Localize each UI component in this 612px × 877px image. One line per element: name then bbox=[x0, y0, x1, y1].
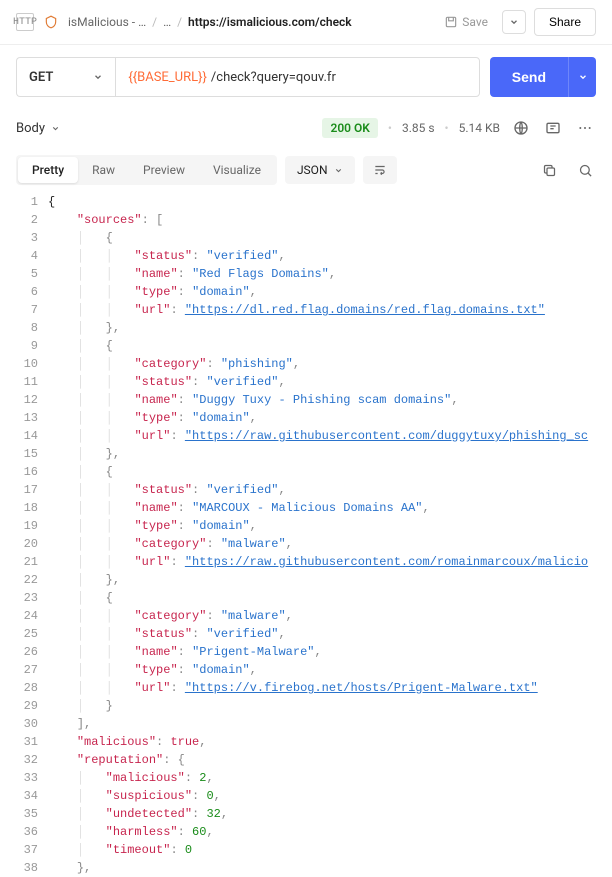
tab-preview[interactable]: Preview bbox=[129, 157, 199, 183]
body-label: Body bbox=[16, 121, 45, 136]
chevron-down-icon bbox=[93, 72, 103, 82]
save-button[interactable]: Save bbox=[438, 11, 494, 33]
response-bar: Body 200 OK • 3.85 s • 5.14 KB bbox=[0, 109, 612, 147]
view-right-actions bbox=[538, 159, 596, 181]
response-body[interactable]: 1234567891011121314151617181920212223242… bbox=[0, 193, 612, 877]
line-gutter: 1234567891011121314151617181920212223242… bbox=[0, 193, 48, 877]
save-label: Save bbox=[462, 15, 488, 29]
response-size: 5.14 KB bbox=[459, 121, 500, 135]
breadcrumb-workspace[interactable]: isMalicious - … bbox=[68, 15, 146, 29]
send-button[interactable]: Send bbox=[490, 57, 568, 97]
method-value: GET bbox=[29, 70, 53, 85]
header-bar: HTTP isMalicious - … / … / https://ismal… bbox=[0, 0, 612, 45]
header-actions: Save Share bbox=[438, 8, 596, 36]
url-path: /check?query=qouv.fr bbox=[211, 70, 336, 85]
shield-icon bbox=[42, 13, 60, 31]
search-icon[interactable] bbox=[574, 159, 596, 181]
send-dropdown-button[interactable] bbox=[568, 57, 596, 97]
http-icon: HTTP bbox=[16, 13, 34, 31]
response-meta: 200 OK • 3.85 s • 5.14 KB bbox=[322, 117, 596, 139]
wrap-icon bbox=[373, 163, 387, 177]
copy-icon[interactable] bbox=[538, 159, 560, 181]
wrap-lines-button[interactable] bbox=[363, 156, 397, 184]
tab-visualize[interactable]: Visualize bbox=[199, 157, 275, 183]
format-dropdown[interactable]: JSON bbox=[285, 156, 355, 184]
more-icon[interactable] bbox=[574, 117, 596, 139]
tab-raw[interactable]: Raw bbox=[78, 157, 129, 183]
request-row: GET {{BASE_URL}} /check?query=qouv.fr Se… bbox=[0, 45, 612, 109]
chevron-down-icon bbox=[51, 124, 60, 133]
view-mode-group: Pretty Raw Preview Visualize bbox=[16, 155, 277, 185]
url-variable: {{BASE_URL}} bbox=[128, 70, 207, 85]
save-dropdown-button[interactable] bbox=[502, 10, 526, 34]
method-select[interactable]: GET bbox=[16, 57, 115, 97]
breadcrumb-collection[interactable]: … bbox=[163, 15, 171, 29]
status-badge: 200 OK bbox=[322, 118, 377, 138]
code-content[interactable]: { "sources": [ │ { │ │ "status": "verifi… bbox=[48, 193, 612, 877]
breadcrumb: isMalicious - … / … / https://ismaliciou… bbox=[68, 15, 430, 29]
globe-icon[interactable] bbox=[510, 117, 532, 139]
url-input[interactable]: {{BASE_URL}} /check?query=qouv.fr bbox=[115, 57, 479, 97]
view-row: Pretty Raw Preview Visualize JSON bbox=[0, 147, 612, 193]
format-value: JSON bbox=[297, 163, 328, 177]
save-response-icon[interactable] bbox=[542, 117, 564, 139]
response-time: 3.85 s bbox=[402, 121, 435, 135]
breadcrumb-current[interactable]: https://ismalicious.com/check bbox=[188, 15, 352, 29]
body-dropdown[interactable]: Body bbox=[16, 121, 60, 136]
chevron-down-icon bbox=[334, 166, 343, 175]
share-button[interactable]: Share bbox=[534, 8, 596, 36]
tab-pretty[interactable]: Pretty bbox=[18, 157, 78, 183]
